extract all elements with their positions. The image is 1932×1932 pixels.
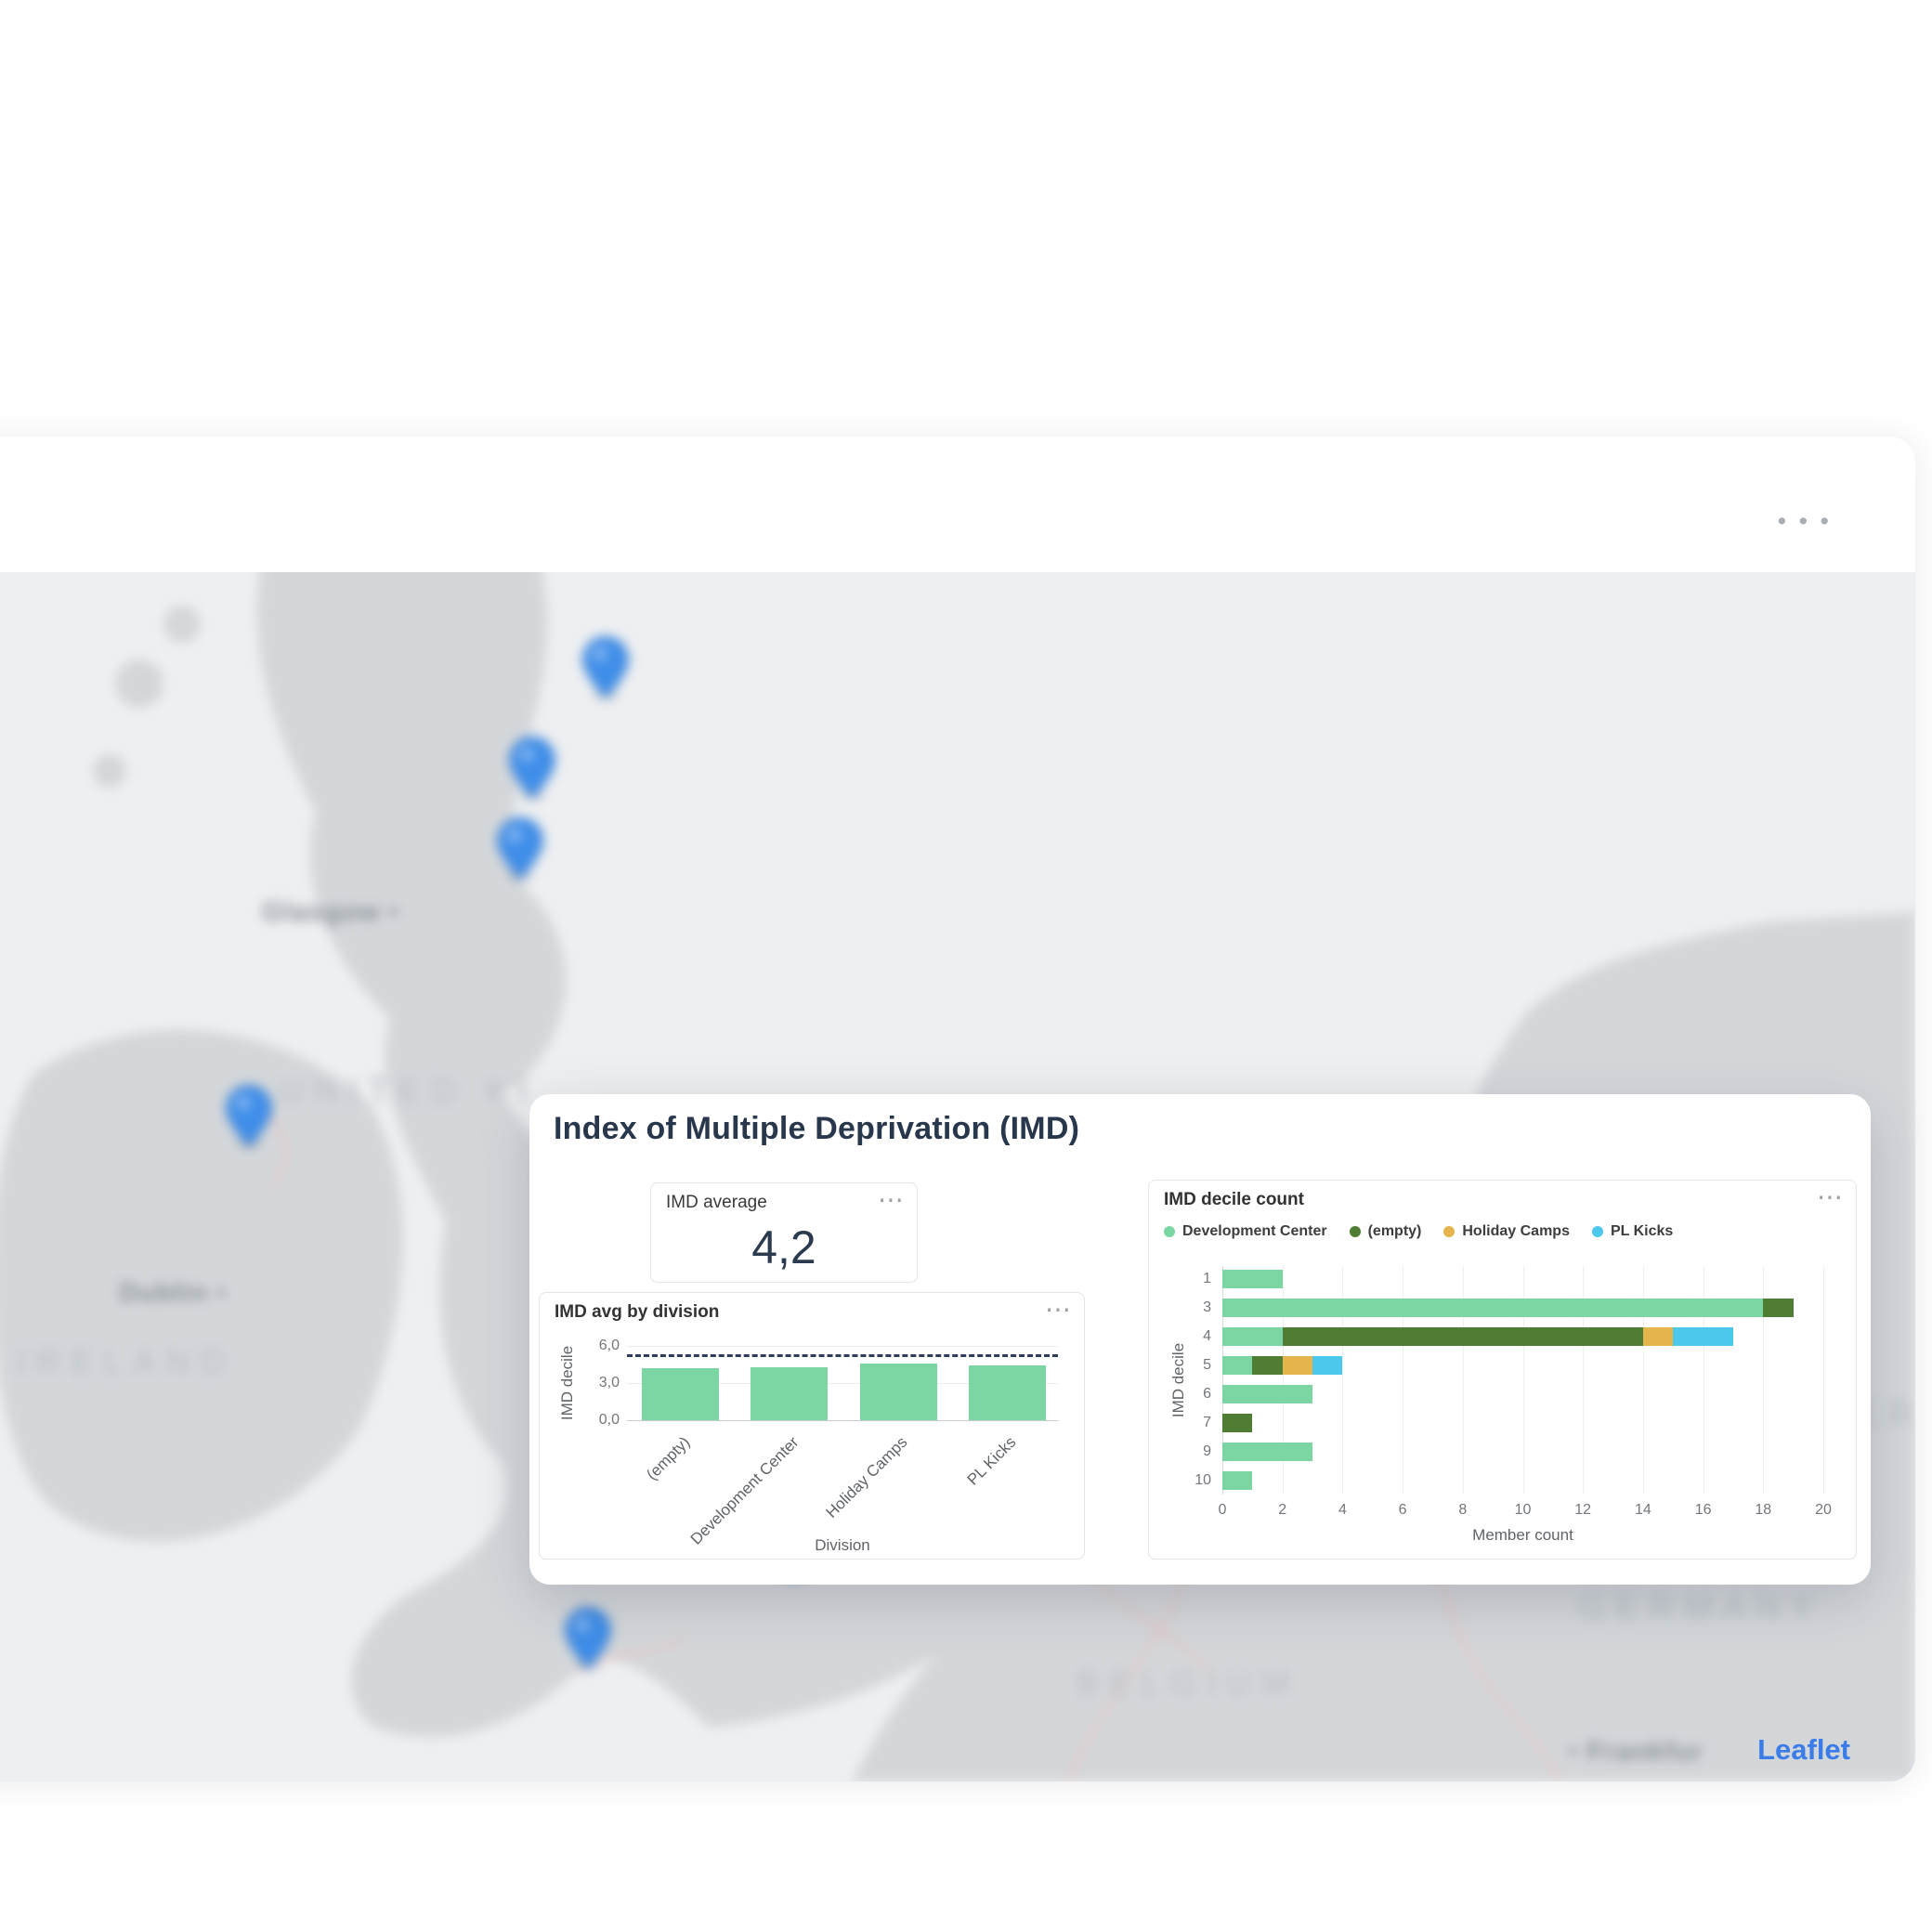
map-pin[interactable] xyxy=(581,636,631,701)
bar-segment-decile-5[interactable] xyxy=(1312,1356,1342,1375)
y-category-label: 6 xyxy=(1176,1386,1211,1403)
bar-segment-decile-5[interactable] xyxy=(1222,1356,1252,1375)
card-menu-icon[interactable]: ⋯ xyxy=(1045,1302,1071,1317)
card-menu-icon[interactable]: ⋯ xyxy=(1817,1190,1843,1205)
y-category-label: 5 xyxy=(1176,1357,1211,1374)
more-options-icon[interactable]: • • • xyxy=(1778,507,1832,536)
bar-segment-decile-5[interactable] xyxy=(1283,1356,1312,1375)
legend-label: PL Kicks xyxy=(1611,1223,1673,1240)
map-pin[interactable] xyxy=(224,1085,274,1150)
x-tick-label: 6 xyxy=(1384,1502,1421,1519)
x-tick-label: 4 xyxy=(1324,1502,1361,1519)
y-tick-label: 6,0 xyxy=(568,1338,620,1354)
bar-segment-decile-3[interactable] xyxy=(1763,1299,1793,1317)
bar-segment-decile-4[interactable] xyxy=(1673,1327,1733,1346)
reference-line xyxy=(627,1354,1058,1357)
bar-segment-decile-10[interactable] xyxy=(1222,1471,1252,1490)
bar-PL Kicks[interactable] xyxy=(969,1365,1046,1420)
x-tick-label: 12 xyxy=(1564,1502,1601,1519)
count-chart-title: IMD decile count xyxy=(1164,1190,1304,1210)
bar-segment-decile-4[interactable] xyxy=(1222,1327,1283,1346)
x-tick-label: 20 xyxy=(1805,1502,1842,1519)
count-card-header: IMD decile count ⋯ xyxy=(1164,1190,1843,1210)
bar-segment-decile-4[interactable] xyxy=(1283,1327,1643,1346)
bar-segment-decile-6[interactable] xyxy=(1222,1385,1312,1403)
legend-item-pl-kicks: PL Kicks xyxy=(1592,1223,1673,1240)
x-tick-label: 16 xyxy=(1685,1502,1722,1519)
imd-average-card: IMD average ⋯ 4,2 xyxy=(650,1182,918,1283)
bar-segment-decile-9[interactable] xyxy=(1222,1442,1312,1461)
bar-(empty)[interactable] xyxy=(642,1368,719,1420)
chart-legend: Development Center (empty) Holiday Camps PL… xyxy=(1164,1223,1673,1240)
imd-avg-by-division-card: IMD avg by division ⋯ IMD decile Divisio… xyxy=(539,1292,1085,1560)
card-menu-icon[interactable]: ⋯ xyxy=(878,1193,904,1208)
y-category-label: 9 xyxy=(1176,1443,1211,1460)
legend-dot xyxy=(1164,1226,1175,1237)
bar-segment-decile-5[interactable] xyxy=(1252,1356,1282,1375)
y-category-label: 7 xyxy=(1176,1415,1211,1431)
x-tick-label: 8 xyxy=(1444,1502,1482,1519)
legend-label: Holiday Camps xyxy=(1462,1223,1570,1240)
legend-dot xyxy=(1443,1226,1455,1237)
x-tick-label: 10 xyxy=(1505,1502,1542,1519)
legend-label: Development Center xyxy=(1182,1223,1327,1240)
y-category-label: 1 xyxy=(1176,1271,1211,1287)
x-tick-label: 2 xyxy=(1264,1502,1301,1519)
imd-decile-count-card: IMD decile count ⋯ Development Center (em… xyxy=(1148,1180,1857,1560)
dashboard-card: • • • xyxy=(0,437,1915,1782)
x-gridline xyxy=(1823,1266,1824,1495)
legend-dot xyxy=(1350,1226,1361,1237)
map-pin[interactable] xyxy=(495,817,545,882)
imd-average-value: 4,2 xyxy=(651,1221,917,1274)
avg-card-header: IMD avg by division ⋯ xyxy=(555,1302,1071,1323)
bar-segment-decile-1[interactable] xyxy=(1222,1270,1283,1288)
x-tick-label: 18 xyxy=(1744,1502,1782,1519)
bar-segment-decile-4[interactable] xyxy=(1643,1327,1673,1346)
y-gridline xyxy=(627,1420,1058,1421)
legend-label: (empty) xyxy=(1368,1223,1422,1240)
imd-dashboard-page: • • • xyxy=(0,0,1932,1932)
panel-title: Index of Multiple Deprivation (IMD) xyxy=(554,1111,1079,1147)
avg-chart-title: IMD avg by division xyxy=(555,1302,719,1323)
bar-segment-decile-7[interactable] xyxy=(1222,1414,1252,1432)
x-tick-label: 0 xyxy=(1204,1502,1241,1519)
leaflet-attribution-link[interactable]: Leaflet xyxy=(1757,1733,1850,1767)
bar-Development Center[interactable] xyxy=(751,1367,828,1420)
y-category-label: 3 xyxy=(1176,1299,1211,1316)
count-x-axis-label: Member count xyxy=(1222,1526,1823,1545)
bar-segment-decile-3[interactable] xyxy=(1222,1299,1763,1317)
y-gridline xyxy=(627,1346,1058,1347)
kpi-card-header: IMD average ⋯ xyxy=(666,1193,904,1213)
legend-dot xyxy=(1592,1226,1603,1237)
y-category-label: 10 xyxy=(1176,1472,1211,1489)
bar-Holiday Camps[interactable] xyxy=(860,1364,937,1420)
y-tick-label: 0,0 xyxy=(568,1412,620,1429)
y-category-label: 4 xyxy=(1176,1328,1211,1345)
legend-item-development-center: Development Center xyxy=(1164,1223,1327,1240)
map-pin[interactable] xyxy=(507,737,557,802)
imd-panel: Index of Multiple Deprivation (IMD) IMD … xyxy=(529,1094,1871,1585)
x-tick-label: 14 xyxy=(1625,1502,1662,1519)
kpi-card-title: IMD average xyxy=(666,1193,767,1213)
legend-item-holiday-camps: Holiday Camps xyxy=(1443,1223,1570,1240)
map-pin[interactable] xyxy=(563,1607,613,1672)
legend-item--empty-: (empty) xyxy=(1350,1223,1422,1240)
y-tick-label: 3,0 xyxy=(568,1375,620,1391)
